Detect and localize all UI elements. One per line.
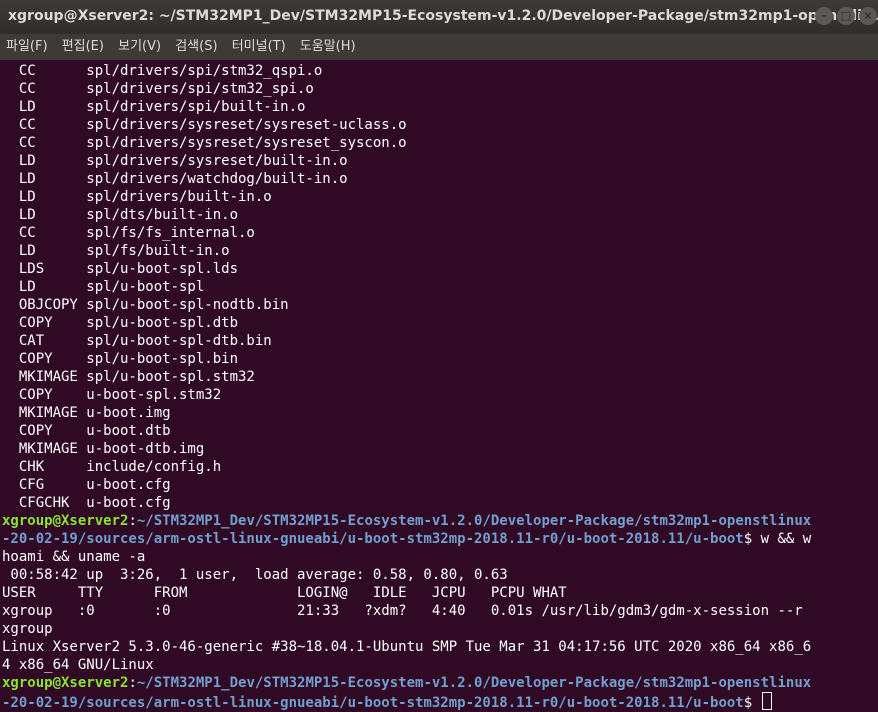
prompt-line: xgroup@Xserver2:~/STM32MP1_Dev/STM32MP15… <box>2 512 811 530</box>
terminal-line: CAT spl/u-boot-spl-dtb.bin <box>2 333 272 349</box>
terminal-line: CC spl/drivers/spi/stm32_spi.o <box>2 81 314 97</box>
terminal-area[interactable]: CC spl/drivers/spi/stm32_qspi.o CC spl/d… <box>0 62 878 711</box>
terminal-line: LD spl/drivers/sysreset/built-in.o <box>2 153 348 169</box>
terminal-line: USER TTY FROM LOGIN@ IDLE JCPU PCPU WHAT <box>2 585 567 601</box>
maximize-button[interactable]: □ <box>837 7 855 25</box>
prompt-path: ~/STM32MP1_Dev/STM32MP15-Ecosystem-v1.2.… <box>136 513 812 529</box>
menu-edit[interactable]: 편집(E) <box>62 34 104 60</box>
prompt-separator: : <box>128 675 137 691</box>
terminal-line: CC spl/drivers/spi/stm32_qspi.o <box>2 63 323 79</box>
prompt-line: -20-02-19/sources/arm-ostl-linux-gnueabi… <box>2 692 772 711</box>
terminal-line: LD spl/fs/built-in.o <box>2 243 230 259</box>
terminal-line: CFGCHK u-boot.cfg <box>2 495 171 511</box>
terminal-line: LDS spl/u-boot-spl.lds <box>2 261 239 277</box>
menu-bar: 파일(F) 편집(E) 보기(V) 검색(S) 터미널(T) 도움말(H) <box>0 34 878 60</box>
menu-help[interactable]: 도움말(H) <box>300 34 356 60</box>
terminal-line: LD spl/dts/built-in.o <box>2 207 239 223</box>
terminal-line: CC spl/drivers/sysreset/sysreset_syscon.… <box>2 135 407 151</box>
terminal-line: MKIMAGE u-boot-dtb.img <box>2 441 205 457</box>
prompt-dollar: $ <box>743 695 761 711</box>
terminal-line: Linux Xserver2 5.3.0-46-generic #38~18.0… <box>2 639 812 655</box>
terminal-line: COPY spl/u-boot-spl.dtb <box>2 315 239 331</box>
menu-file[interactable]: 파일(F) <box>6 34 48 60</box>
terminal-line: 00:58:42 up 3:26, 1 user, load average: … <box>2 567 508 583</box>
terminal-line: LD spl/drivers/spi/built-in.o <box>2 99 306 115</box>
terminal-line: CFG u-boot.cfg <box>2 477 171 493</box>
minimize-button[interactable]: – <box>815 7 833 25</box>
terminal-line: hoami && uname -a <box>2 549 146 565</box>
terminal-line: xgroup :0 :0 21:33 ?xdm? 4:40 0.01s /usr… <box>2 603 803 619</box>
prompt-separator: : <box>128 513 137 529</box>
terminal-line: CC spl/fs/fs_internal.o <box>2 225 255 241</box>
window-titlebar[interactable]: xgroup@Xserver2: ~/STM32MP1_Dev/STM32MP1… <box>0 0 878 34</box>
prompt-user: xgroup@Xserver2 <box>2 675 129 691</box>
terminal-line: CC spl/drivers/sysreset/sysreset-uclass.… <box>2 117 407 133</box>
prompt-path: ~/STM32MP1_Dev/STM32MP15-Ecosystem-v1.2.… <box>136 675 812 691</box>
terminal-line: CHK include/config.h <box>2 459 222 475</box>
terminal-line: 4 x86_64 GNU/Linux <box>2 657 154 673</box>
prompt-path-continued: -20-02-19/sources/arm-ostl-linux-gnueabi… <box>2 531 744 547</box>
terminal-line: MKIMAGE spl/u-boot-spl.stm32 <box>2 369 255 385</box>
terminal-line: COPY spl/u-boot-spl.bin <box>2 351 239 367</box>
prompt-line: -20-02-19/sources/arm-ostl-linux-gnueabi… <box>2 530 811 548</box>
menu-view[interactable]: 보기(V) <box>118 34 161 60</box>
terminal-line: COPY u-boot-spl.stm32 <box>2 387 222 403</box>
terminal-line: MKIMAGE u-boot.img <box>2 405 171 421</box>
terminal-line: LD spl/u-boot-spl <box>2 279 205 295</box>
terminal-line: xgroup <box>2 621 53 637</box>
menu-search[interactable]: 검색(S) <box>175 34 217 60</box>
typed-command: w && w <box>752 531 812 547</box>
terminal-line: LD spl/drivers/built-in.o <box>2 189 272 205</box>
menu-terminal[interactable]: 터미널(T) <box>232 34 286 60</box>
prompt-user: xgroup@Xserver2 <box>2 513 129 529</box>
text-cursor[interactable] <box>761 692 772 710</box>
prompt-dollar: $ <box>743 531 753 547</box>
prompt-line: xgroup@Xserver2:~/STM32MP1_Dev/STM32MP15… <box>2 674 811 692</box>
terminal-line: COPY u-boot.dtb <box>2 423 171 439</box>
terminal-line: LD spl/drivers/watchdog/built-in.o <box>2 171 348 187</box>
close-button[interactable]: × <box>859 7 877 25</box>
window-title: xgroup@Xserver2: ~/STM32MP1_Dev/STM32MP1… <box>8 8 878 24</box>
prompt-path-continued: -20-02-19/sources/arm-ostl-linux-gnueabi… <box>2 695 744 711</box>
terminal-line: OBJCOPY spl/u-boot-spl-nodtb.bin <box>2 297 289 313</box>
